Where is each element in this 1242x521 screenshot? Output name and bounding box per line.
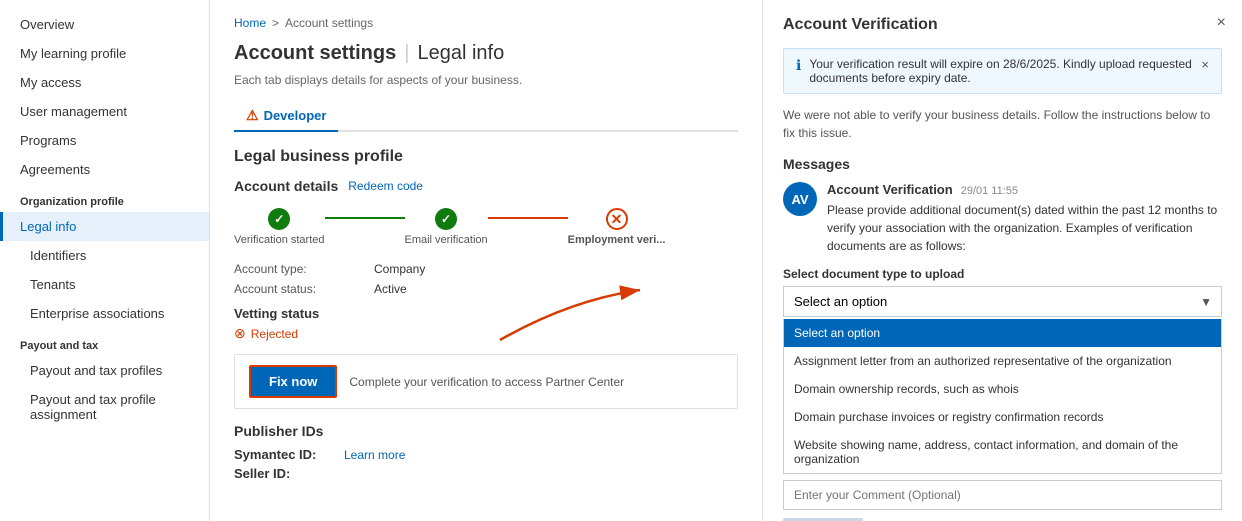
account-status-label: Account status: <box>234 282 334 296</box>
info-banner-close[interactable]: × <box>1201 57 1209 72</box>
message-sender: Account Verification <box>827 182 953 197</box>
breadcrumb-separator: > <box>272 16 279 30</box>
info-icon: ℹ <box>796 57 801 74</box>
dropdown-option-0[interactable]: Select an option <box>784 319 1221 347</box>
symantec-id-row: Symantec ID: Learn more <box>234 447 738 462</box>
step-1-label: Verification started <box>234 234 325 246</box>
account-status-value: Active <box>374 282 407 296</box>
title-separator: | <box>404 42 409 65</box>
sidebar-item-programs[interactable]: Programs <box>0 126 209 155</box>
message-time: 29/01 11:55 <box>961 185 1018 197</box>
step-line-2 <box>488 217 568 219</box>
info-banner-text: Your verification result will expire on … <box>809 57 1193 85</box>
step-2-circle: ✓ <box>435 208 457 230</box>
step-3-circle: ✕ <box>606 208 628 230</box>
document-type-select[interactable]: Select an option Assignment letter from … <box>783 286 1222 317</box>
progress-bar: ✓ Verification started ✓ Email verificat… <box>234 208 738 246</box>
account-status-row: Account status: Active <box>234 282 738 296</box>
symantec-id-label: Symantec ID: <box>234 447 334 462</box>
redeem-code-link[interactable]: Redeem code <box>348 179 423 193</box>
tab-bar: ⚠ Developer <box>234 101 738 132</box>
panel-title: Account Verification <box>783 16 1222 34</box>
breadcrumb-home[interactable]: Home <box>234 16 266 30</box>
rejected-label: Rejected <box>251 327 298 341</box>
learn-more-link[interactable]: Learn more <box>344 448 405 462</box>
main-content: Home > Account settings Account settings… <box>210 0 762 521</box>
messages-title: Messages <box>783 156 1222 172</box>
panel-description: We were not able to verify your business… <box>783 106 1222 142</box>
account-verification-panel: Account Verification × ℹ Your verificati… <box>762 0 1242 521</box>
section-title: Legal business profile <box>234 148 738 166</box>
message-body: Account Verification 29/01 11:55 Please … <box>827 182 1222 267</box>
comment-input[interactable] <box>783 480 1222 510</box>
step-3: ✕ Employment veri... <box>568 208 666 246</box>
rejected-badge: ⊗ Rejected <box>234 325 738 342</box>
sidebar-item-overview[interactable]: Overview <box>0 10 209 39</box>
rejected-icon: ⊗ <box>234 325 246 342</box>
message-avatar: AV <box>783 182 817 216</box>
account-details-title: Account details <box>234 178 338 194</box>
fix-banner: Fix now Complete your verification to ac… <box>234 354 738 409</box>
account-type-label: Account type: <box>234 262 334 276</box>
sidebar-section-payout: Payout and tax <box>0 328 209 356</box>
step-2-label: Email verification <box>405 234 488 246</box>
panel-close-button[interactable]: × <box>1217 14 1226 32</box>
sidebar-item-enterprise-assoc[interactable]: Enterprise associations <box>0 299 209 328</box>
vetting-status: Vetting status ⊗ Rejected <box>234 306 738 342</box>
publisher-ids-section: Publisher IDs Symantec ID: Learn more Se… <box>234 423 738 481</box>
breadcrumb-current: Account settings <box>285 16 373 30</box>
breadcrumb: Home > Account settings <box>234 16 738 30</box>
account-type-value: Company <box>374 262 425 276</box>
fix-banner-text: Complete your verification to access Par… <box>349 375 624 389</box>
select-label: Select document type to upload <box>783 267 1222 281</box>
account-details-header: Account details Redeem code <box>234 178 738 194</box>
step-line-1 <box>325 217 405 219</box>
seller-id-label: Seller ID: <box>234 466 334 481</box>
sidebar-section-org-profile: Organization profile <box>0 184 209 212</box>
sidebar-item-agreements[interactable]: Agreements <box>0 155 209 184</box>
info-banner: ℹ Your verification result will expire o… <box>783 48 1222 94</box>
dropdown-options: Select an option Assignment letter from … <box>783 319 1222 474</box>
tab-developer-label: Developer <box>264 108 327 123</box>
sidebar-item-learning-profile[interactable]: My learning profile <box>0 39 209 68</box>
step-1: ✓ Verification started <box>234 208 325 246</box>
publisher-ids-title: Publisher IDs <box>234 423 738 439</box>
vetting-title: Vetting status <box>234 306 738 321</box>
sidebar-item-tenants[interactable]: Tenants <box>0 270 209 299</box>
dropdown-option-1[interactable]: Assignment letter from an authorized rep… <box>784 347 1221 375</box>
tab-warn-icon: ⚠ <box>246 107 259 124</box>
dropdown-option-4[interactable]: Website showing name, address, contact i… <box>784 431 1221 473</box>
sidebar-item-payout-profiles[interactable]: Payout and tax profiles <box>0 356 209 385</box>
title-section: Legal info <box>417 42 504 65</box>
dropdown-option-3[interactable]: Domain purchase invoices or registry con… <box>784 403 1221 431</box>
sidebar-item-identifiers[interactable]: Identifiers <box>0 241 209 270</box>
account-type-row: Account type: Company <box>234 262 738 276</box>
sidebar-item-my-access[interactable]: My access <box>0 68 209 97</box>
message-header: Account Verification 29/01 11:55 <box>827 182 1222 197</box>
sidebar: Overview My learning profile My access U… <box>0 0 210 521</box>
sidebar-item-payout-assignment[interactable]: Payout and tax profile assignment <box>0 385 209 429</box>
step-2: ✓ Email verification <box>405 208 488 246</box>
tab-developer[interactable]: ⚠ Developer <box>234 101 338 132</box>
select-wrapper: Select an option Assignment letter from … <box>783 286 1222 317</box>
page-subtitle: Each tab displays details for aspects of… <box>234 73 738 87</box>
fix-now-button[interactable]: Fix now <box>249 365 337 398</box>
page-title: Account settings <box>234 42 396 65</box>
message-card: AV Account Verification 29/01 11:55 Plea… <box>783 182 1222 267</box>
step-1-circle: ✓ <box>268 208 290 230</box>
dropdown-option-2[interactable]: Domain ownership records, such as whois <box>784 375 1221 403</box>
sidebar-item-user-management[interactable]: User management <box>0 97 209 126</box>
message-text: Please provide additional document(s) da… <box>827 201 1222 255</box>
seller-id-row: Seller ID: <box>234 466 738 481</box>
step-3-label: Employment veri... <box>568 234 666 246</box>
sidebar-item-legal-info[interactable]: Legal info <box>0 212 209 241</box>
